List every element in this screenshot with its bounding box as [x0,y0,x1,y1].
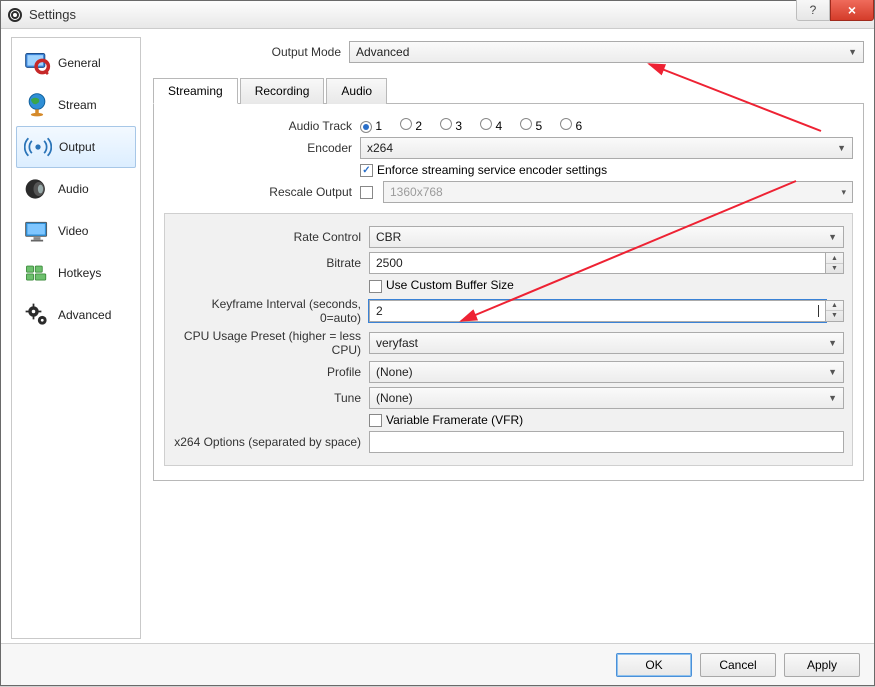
apply-button[interactable]: Apply [784,653,860,677]
content-panel: Output Mode Advanced ▼ Streaming Recordi… [153,37,864,639]
encoder-dropdown[interactable]: x264 ▼ [360,137,853,159]
audio-track-radios: 1 2 3 4 5 6 [360,118,853,133]
close-button[interactable]: × [830,0,874,21]
encoder-label: Encoder [164,141,360,155]
output-tabs: Streaming Recording Audio [153,77,864,104]
chevron-down-icon: ▼ [837,143,846,153]
gears-icon [22,300,52,330]
chevron-down-icon: ▼ [826,264,843,274]
sidebar-item-label: Audio [58,182,89,196]
audio-track-4[interactable]: 4 [480,118,502,133]
settings-window: Settings ? × General Stream Output Audio [0,0,875,686]
monitor-icon [22,48,52,78]
sidebar-item-label: Output [59,140,95,154]
encoder-settings-group: Rate Control CBR▼ Bitrate 2500 ▲▼ Use Cu… [164,213,853,466]
chevron-down-icon: ▾ [841,187,846,198]
audio-track-2[interactable]: 2 [400,118,422,133]
app-icon [7,7,23,23]
chevron-up-icon: ▲ [826,301,843,312]
rate-control-label: Rate Control [173,230,369,244]
tab-audio[interactable]: Audio [326,78,387,104]
enforce-checkbox[interactable]: Enforce streaming service encoder settin… [360,163,607,177]
keyframe-input[interactable]: 2 [369,300,826,322]
tune-label: Tune [173,391,369,405]
keyframe-spinner[interactable]: ▲▼ [826,300,844,322]
rescale-dropdown: 1360x768 ▾ [383,181,853,203]
sidebar-item-label: Stream [58,98,97,112]
help-icon: ? [810,3,817,17]
audio-track-6[interactable]: 6 [560,118,582,133]
rescale-label: Rescale Output [164,185,360,199]
cpu-preset-dropdown[interactable]: veryfast▼ [369,332,844,354]
audio-track-3[interactable]: 3 [440,118,462,133]
tab-streaming[interactable]: Streaming [153,78,238,104]
sidebar-item-label: Advanced [58,308,111,322]
close-icon: × [848,2,856,18]
tune-dropdown[interactable]: (None)▼ [369,387,844,409]
bitrate-spinner[interactable]: ▲▼ [826,252,844,274]
globe-icon [22,90,52,120]
cancel-button[interactable]: Cancel [700,653,776,677]
chevron-up-icon: ▲ [826,253,843,264]
sidebar-item-stream[interactable]: Stream [16,84,136,126]
output-mode-value: Advanced [356,45,409,59]
speaker-icon [22,174,52,204]
sidebar: General Stream Output Audio Video Hotkey… [11,37,141,639]
chevron-down-icon: ▼ [828,393,837,403]
display-icon [22,216,52,246]
keyframe-label: Keyframe Interval (seconds, 0=auto) [173,297,369,325]
audio-track-label: Audio Track [164,119,360,133]
x264-options-input[interactable] [369,431,844,453]
tab-body-streaming: Audio Track 1 2 3 4 5 6 Encoder x [153,104,864,481]
output-mode-label: Output Mode [153,45,349,59]
chevron-down-icon: ▼ [828,232,837,242]
chevron-down-icon: ▼ [848,47,857,57]
sidebar-item-general[interactable]: General [16,42,136,84]
bitrate-input[interactable]: 2500 [369,252,826,274]
titlebar: Settings ? × [1,1,874,29]
sidebar-item-advanced[interactable]: Advanced [16,294,136,336]
chevron-down-icon: ▼ [828,367,837,377]
broadcast-icon [23,132,53,162]
sidebar-item-label: General [58,56,101,70]
audio-track-1[interactable]: 1 [360,119,382,133]
window-title: Settings [29,7,76,22]
sidebar-item-label: Hotkeys [58,266,101,280]
sidebar-item-video[interactable]: Video [16,210,136,252]
bitrate-label: Bitrate [173,256,369,270]
sidebar-item-output[interactable]: Output [16,126,136,168]
rate-control-dropdown[interactable]: CBR▼ [369,226,844,248]
profile-dropdown[interactable]: (None)▼ [369,361,844,383]
audio-track-5[interactable]: 5 [520,118,542,133]
keyboard-icon [22,258,52,288]
tab-recording[interactable]: Recording [240,78,325,104]
help-button[interactable]: ? [796,0,830,21]
profile-label: Profile [173,365,369,379]
sidebar-item-audio[interactable]: Audio [16,168,136,210]
output-mode-dropdown[interactable]: Advanced ▼ [349,41,864,63]
custom-buffer-checkbox[interactable]: Use Custom Buffer Size [369,278,514,292]
ok-button[interactable]: OK [616,653,692,677]
dialog-footer: OK Cancel Apply [1,643,874,685]
rescale-checkbox[interactable] [360,185,377,199]
sidebar-item-label: Video [58,224,88,238]
chevron-down-icon: ▼ [826,311,843,321]
cpu-preset-label: CPU Usage Preset (higher = less CPU) [173,329,369,357]
vfr-checkbox[interactable]: Variable Framerate (VFR) [369,413,523,427]
x264-options-label: x264 Options (separated by space) [173,435,369,449]
chevron-down-icon: ▼ [828,338,837,348]
sidebar-item-hotkeys[interactable]: Hotkeys [16,252,136,294]
